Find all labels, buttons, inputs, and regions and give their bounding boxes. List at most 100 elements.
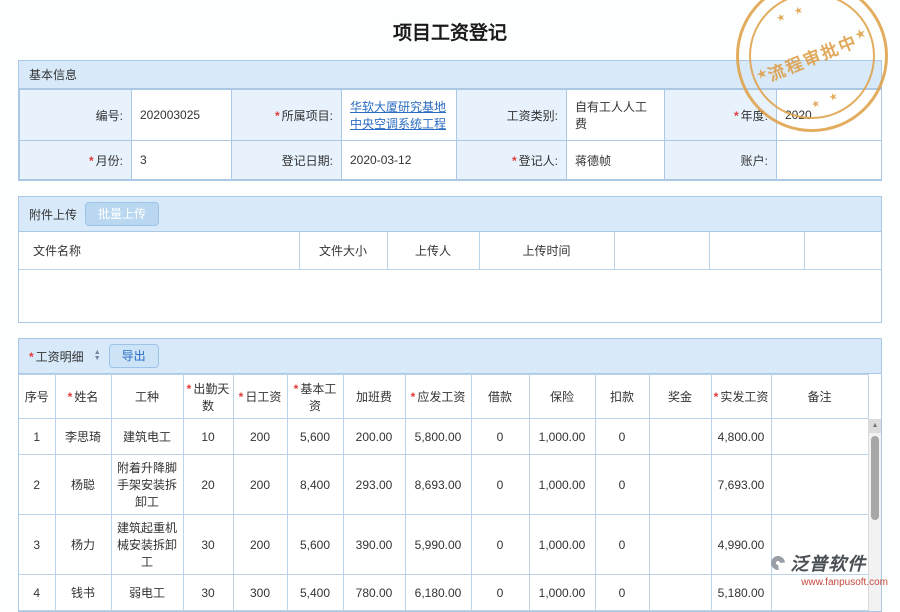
salary-cell: 300	[233, 575, 287, 611]
salary-cell: 1,000.00	[529, 515, 595, 575]
salary-column-header: *基本工资	[287, 375, 343, 419]
required-marker: *	[187, 382, 192, 396]
salary-cell: 293.00	[343, 455, 405, 515]
salary-cell	[649, 515, 711, 575]
basic-info-header: 基本信息	[19, 61, 881, 89]
salary-cell: 5,990.00	[405, 515, 471, 575]
salary-cell	[649, 419, 711, 455]
required-marker: *	[734, 109, 739, 123]
salary-column-header: 加班费	[343, 375, 405, 419]
field-label: *年度:	[665, 90, 777, 141]
required-marker: *	[275, 109, 280, 123]
attach-column-header: 文件名称	[19, 232, 299, 270]
salary-column-header: *实发工资	[711, 375, 771, 419]
field-value: 华软大厦研究基地中央空调系统工程	[342, 90, 457, 141]
attachments-panel: 附件上传 批量上传 文件名称文件大小上传人上传时间	[18, 196, 882, 323]
required-marker: *	[239, 390, 244, 404]
salary-header-row: 序号*姓名工种*出勤天数*日工资*基本工资加班费*应发工资借款保险扣款奖金*实发…	[19, 375, 868, 419]
salary-table: 序号*姓名工种*出勤天数*日工资*基本工资加班费*应发工资借款保险扣款奖金*实发…	[19, 374, 869, 611]
salary-cell: 3	[19, 515, 55, 575]
salary-cell: 0	[471, 515, 529, 575]
salary-table-wrap: 序号*姓名工种*出勤天数*日工资*基本工资加班费*应发工资借款保险扣款奖金*实发…	[19, 374, 881, 611]
export-button[interactable]: 导出	[109, 344, 159, 368]
salary-cell	[649, 455, 711, 515]
required-marker: *	[68, 390, 73, 404]
field-label: 登记日期:	[232, 141, 342, 180]
field-value: 2020	[777, 90, 882, 141]
attachments-title: 附件上传	[29, 206, 77, 223]
salary-cell: 30	[183, 515, 233, 575]
required-marker: *	[411, 390, 416, 404]
salary-cell: 390.00	[343, 515, 405, 575]
salary-cell: 200.00	[343, 419, 405, 455]
salary-cell: 7,693.00	[711, 455, 771, 515]
salary-cell: 1	[19, 419, 55, 455]
salary-cell: 0	[595, 455, 649, 515]
salary-cell: 5,600	[287, 419, 343, 455]
salary-cell: 4	[19, 575, 55, 611]
salary-cell: 李思琦	[55, 419, 111, 455]
salary-detail-header: *工资明细 ▲▼ 导出	[19, 339, 881, 374]
salary-cell: 0	[595, 515, 649, 575]
field-label: *月份:	[20, 141, 132, 180]
scrollbar-thumb[interactable]	[871, 436, 879, 520]
salary-cell: 弱电工	[111, 575, 183, 611]
salary-cell: 30	[183, 575, 233, 611]
salary-cell: 8,400	[287, 455, 343, 515]
salary-column-header: *姓名	[55, 375, 111, 419]
salary-cell	[771, 419, 868, 455]
salary-column-header: 奖金	[649, 375, 711, 419]
salary-cell: 10	[183, 419, 233, 455]
salary-row: 2杨聪附着升降脚手架安装拆卸工202008,400293.008,693.000…	[19, 455, 868, 515]
salary-cell: 0	[471, 419, 529, 455]
salary-column-header: 扣款	[595, 375, 649, 419]
salary-cell: 0	[471, 455, 529, 515]
attach-column-header	[614, 232, 709, 270]
basic-info-panel: 基本信息 编号:202003025*所属项目:华软大厦研究基地中央空调系统工程工…	[18, 60, 882, 181]
batch-upload-button[interactable]: 批量上传	[85, 202, 159, 226]
basic-info-row: 编号:202003025*所属项目:华软大厦研究基地中央空调系统工程工资类别:自…	[20, 90, 882, 141]
salary-column-header: 借款	[471, 375, 529, 419]
attachments-empty-body	[19, 270, 881, 322]
project-link[interactable]: 华软大厦研究基地中央空调系统工程	[350, 100, 446, 131]
required-marker: *	[512, 154, 517, 168]
field-value: 3	[132, 141, 232, 180]
salary-cell: 0	[471, 575, 529, 611]
attach-column-header	[804, 232, 881, 270]
salary-cell: 20	[183, 455, 233, 515]
salary-column-header: *应发工资	[405, 375, 471, 419]
salary-cell: 0	[595, 575, 649, 611]
field-label: 编号:	[20, 90, 132, 141]
field-value	[777, 141, 882, 180]
attachments-header-row: 文件名称文件大小上传人上传时间	[19, 232, 881, 270]
salary-cell: 5,800.00	[405, 419, 471, 455]
salary-cell: 建筑电工	[111, 419, 183, 455]
basic-info-title: 基本信息	[29, 66, 77, 83]
salary-cell: 4,800.00	[711, 419, 771, 455]
salary-cell: 1,000.00	[529, 575, 595, 611]
salary-column-header: 序号	[19, 375, 55, 419]
attach-column-header: 上传人	[387, 232, 479, 270]
field-value: 自有工人人工费	[567, 90, 665, 141]
salary-cell: 8,693.00	[405, 455, 471, 515]
salary-cell: 1,000.00	[529, 419, 595, 455]
salary-cell: 建筑起重机械安装拆卸工	[111, 515, 183, 575]
salary-cell: 杨力	[55, 515, 111, 575]
field-value: 202003025	[132, 90, 232, 141]
required-marker: *	[294, 382, 299, 396]
salary-row: 1李思琦建筑电工102005,600200.005,800.0001,000.0…	[19, 419, 868, 455]
salary-cell: 200	[233, 515, 287, 575]
sort-arrows-icon[interactable]: ▲▼	[94, 350, 101, 362]
salary-detail-panel: *工资明细 ▲▼ 导出 序号*姓名工种*出勤天数*日工资*基本工资加班费*应发工…	[18, 338, 882, 612]
scrollbar-up-arrow-icon[interactable]: ▲	[869, 419, 881, 433]
salary-cell: 5,400	[287, 575, 343, 611]
field-value: 蒋德帧	[567, 141, 665, 180]
salary-cell: 2	[19, 455, 55, 515]
salary-cell: 200	[233, 455, 287, 515]
salary-column-header: *出勤天数	[183, 375, 233, 419]
attachments-header: 附件上传 批量上传	[19, 197, 881, 232]
fanpu-brand-text: 泛普软件	[790, 550, 866, 576]
salary-cell: 杨聪	[55, 455, 111, 515]
required-marker: *	[89, 154, 94, 168]
fanpu-logo-icon	[768, 553, 788, 573]
